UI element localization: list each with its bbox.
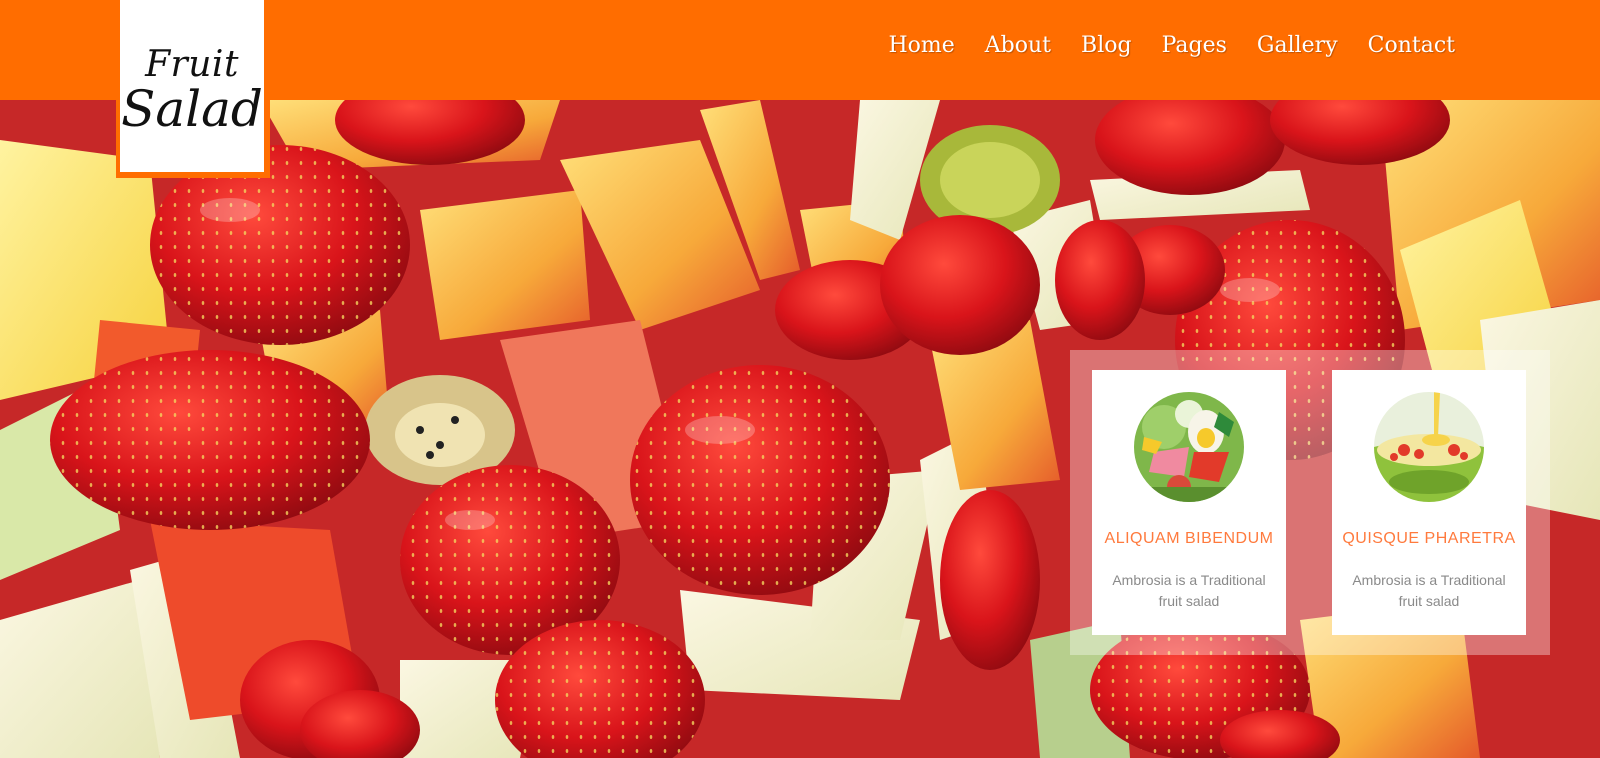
site-logo[interactable]: Fruit Salad [116, 0, 270, 178]
logo-text-line1: Fruit [145, 43, 239, 85]
fruit-bowl-thumbnail [1374, 392, 1484, 502]
feature-title[interactable]: QUISQUE PHARETRA [1342, 530, 1515, 548]
nav-blog-link[interactable]: Blog [1081, 33, 1132, 58]
nav-pages-link[interactable]: Pages [1162, 33, 1227, 58]
feature-description: Ambrosia is a Traditional fruit salad [1352, 572, 1506, 609]
feature-card[interactable]: QUISQUE PHARETRA Ambrosia is a Tradition… [1332, 370, 1526, 635]
main-nav: Home About Blog Pages Gallery Contact [888, 33, 1455, 58]
vegetable-salad-thumbnail [1134, 392, 1244, 502]
logo-box: Fruit Salad [120, 0, 264, 172]
feature-card[interactable]: ALIQUAM BIBENDUM Ambrosia is a Tradition… [1092, 370, 1286, 635]
nav-contact-link[interactable]: Contact [1368, 33, 1455, 58]
logo-text-line2: Salad [121, 79, 263, 138]
feature-description: Ambrosia is a Traditional fruit salad [1112, 572, 1266, 609]
features-panel: ALIQUAM BIBENDUM Ambrosia is a Tradition… [1070, 350, 1550, 655]
vegetable-salad-image [1134, 392, 1244, 502]
nav-about-link[interactable]: About [985, 33, 1051, 58]
nav-gallery-link[interactable]: Gallery [1257, 33, 1338, 58]
feature-title[interactable]: ALIQUAM BIBENDUM [1105, 530, 1274, 548]
fruit-bowl-image [1374, 392, 1484, 502]
nav-home-link[interactable]: Home [888, 33, 954, 58]
